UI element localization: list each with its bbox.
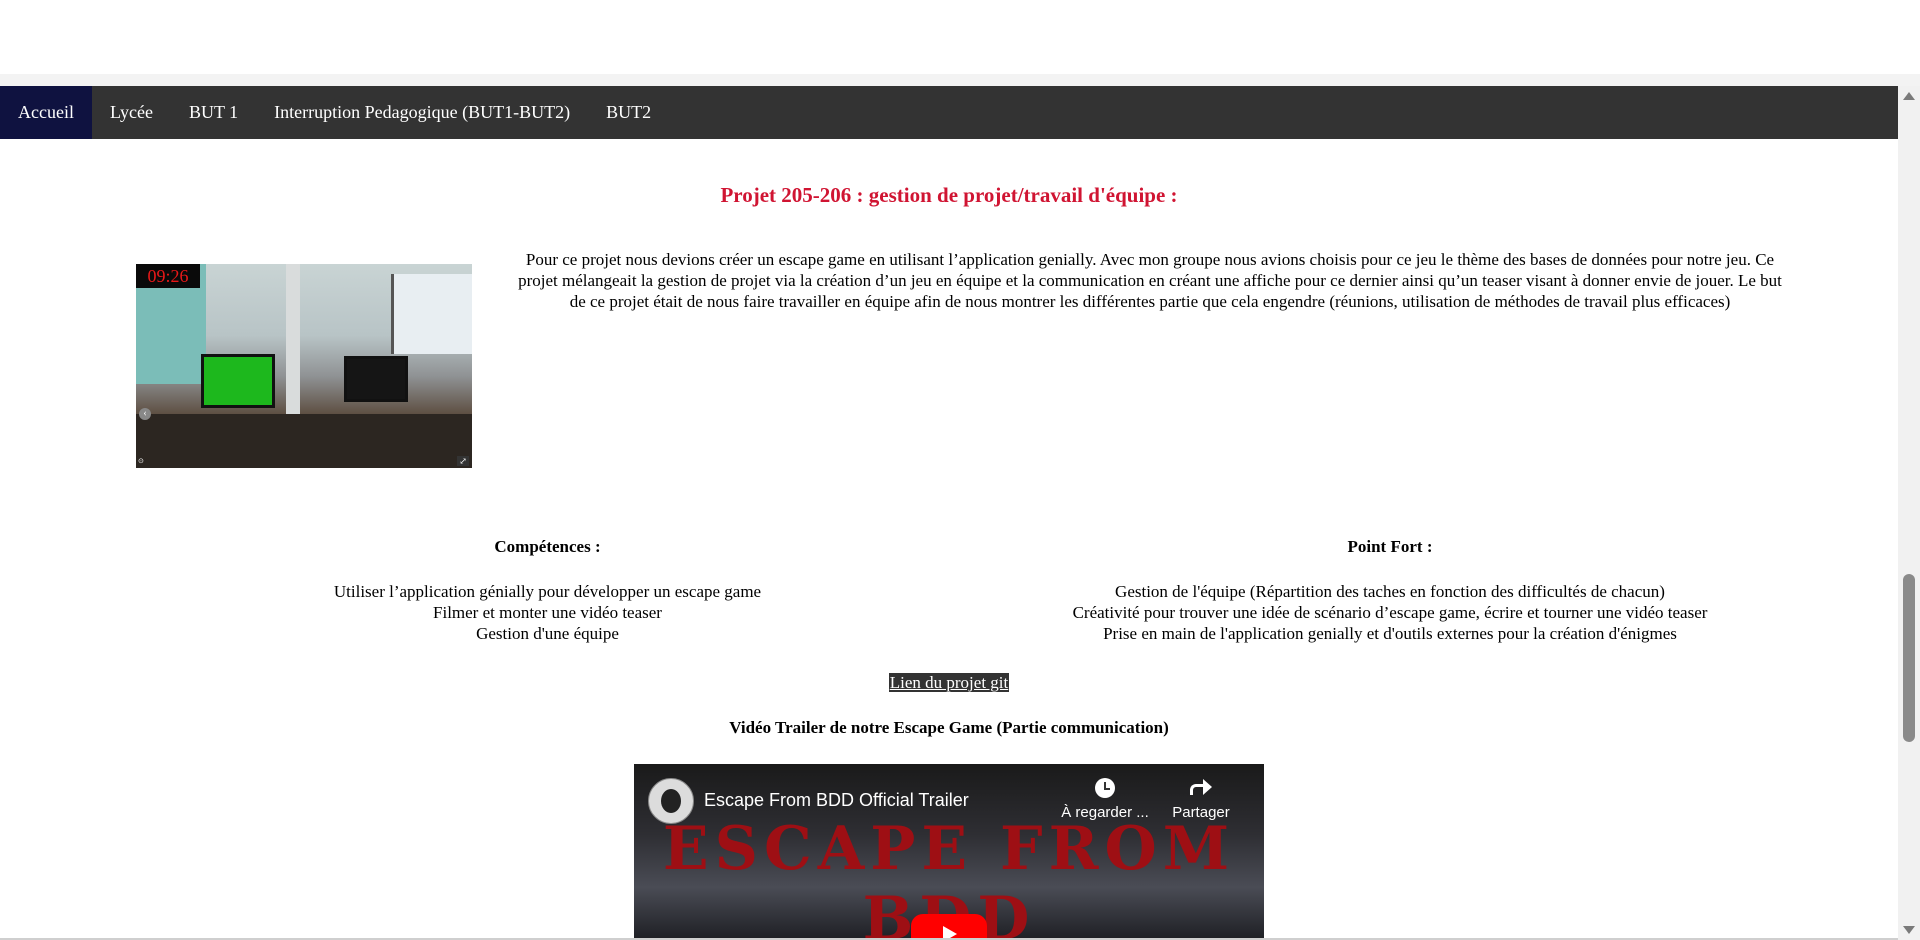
scrollbar-thumb[interactable] <box>1903 574 1915 742</box>
video-section-title: Vidéo Trailer de notre Escape Game (Part… <box>729 718 1169 737</box>
vertical-scrollbar[interactable] <box>1898 86 1920 940</box>
escape-game-preview-image[interactable]: 09:26 ‹ ⤢ ⊙ <box>136 264 472 468</box>
competences-heading: Compétences : <box>494 537 601 556</box>
nav-but1[interactable]: BUT 1 <box>171 86 256 139</box>
point-fort-item: Créativité pour trouver une idée de scén… <box>1072 603 1708 622</box>
fullscreen-icon[interactable]: ⤢ <box>457 456 469 466</box>
top-divider <box>0 74 1920 86</box>
photo-green-screen <box>201 354 275 408</box>
project-title: Projet 205-206 : gestion de projet/trava… <box>720 183 1178 207</box>
photo-dark-screen <box>344 356 408 402</box>
share-label: Partager <box>1172 804 1230 821</box>
nav-lycee[interactable]: Lycée <box>92 86 171 139</box>
point-fort-item: Gestion de l'équipe (Répartition des tac… <box>1115 582 1665 601</box>
scroll-up-arrow-icon[interactable] <box>1903 92 1915 100</box>
competence-item: Gestion d'une équipe <box>476 624 619 643</box>
project-description: Pour ce projet nous devions créer un esc… <box>518 250 1782 311</box>
youtube-play-icon[interactable] <box>911 914 987 940</box>
git-link-row: Lien du projet git <box>0 673 1898 693</box>
video-title[interactable]: Escape From BDD Official Trailer <box>704 790 969 811</box>
competences-section: Compétences : Utiliser l’application gén… <box>260 536 835 644</box>
share-button[interactable]: Partager <box>1166 778 1236 821</box>
watch-later-button[interactable]: À regarder ... <box>1060 778 1150 821</box>
photo-desk <box>136 414 472 468</box>
main-navbar: Accueil Lycée BUT 1 Interruption Pedagog… <box>0 86 1898 139</box>
point-fort-item: Prise en main de l'application genially … <box>1103 624 1677 643</box>
nav-interruption-pedagogique[interactable]: Interruption Pedagogique (BUT1-BUT2) <box>256 86 588 139</box>
scroll-down-arrow-icon[interactable] <box>1903 926 1915 934</box>
point-fort-section: Point Fort : Gestion de l'équipe (Répart… <box>1040 536 1740 644</box>
genially-logo-icon: ⊙ <box>138 458 144 465</box>
nav-but2[interactable]: BUT2 <box>588 86 669 139</box>
nav-accueil[interactable]: Accueil <box>0 86 92 139</box>
channel-avatar[interactable] <box>648 778 694 824</box>
watch-later-label: À regarder ... <box>1061 804 1149 821</box>
photo-window <box>391 274 472 354</box>
youtube-video-embed[interactable]: ESCAPE FROM BDD Escape From BDD Official… <box>634 764 1264 940</box>
share-icon <box>1190 778 1212 798</box>
point-fort-heading: Point Fort : <box>1347 537 1433 556</box>
browser-top-area <box>0 0 1920 74</box>
competence-item: Filmer et monter une vidéo teaser <box>433 603 662 622</box>
chevron-left-icon[interactable]: ‹ <box>139 408 151 420</box>
countdown-timer: 09:26 <box>136 264 200 288</box>
clock-icon <box>1095 778 1115 798</box>
competence-item: Utiliser l’application génially pour dév… <box>333 582 762 601</box>
git-project-link[interactable]: Lien du projet git <box>888 673 1010 692</box>
